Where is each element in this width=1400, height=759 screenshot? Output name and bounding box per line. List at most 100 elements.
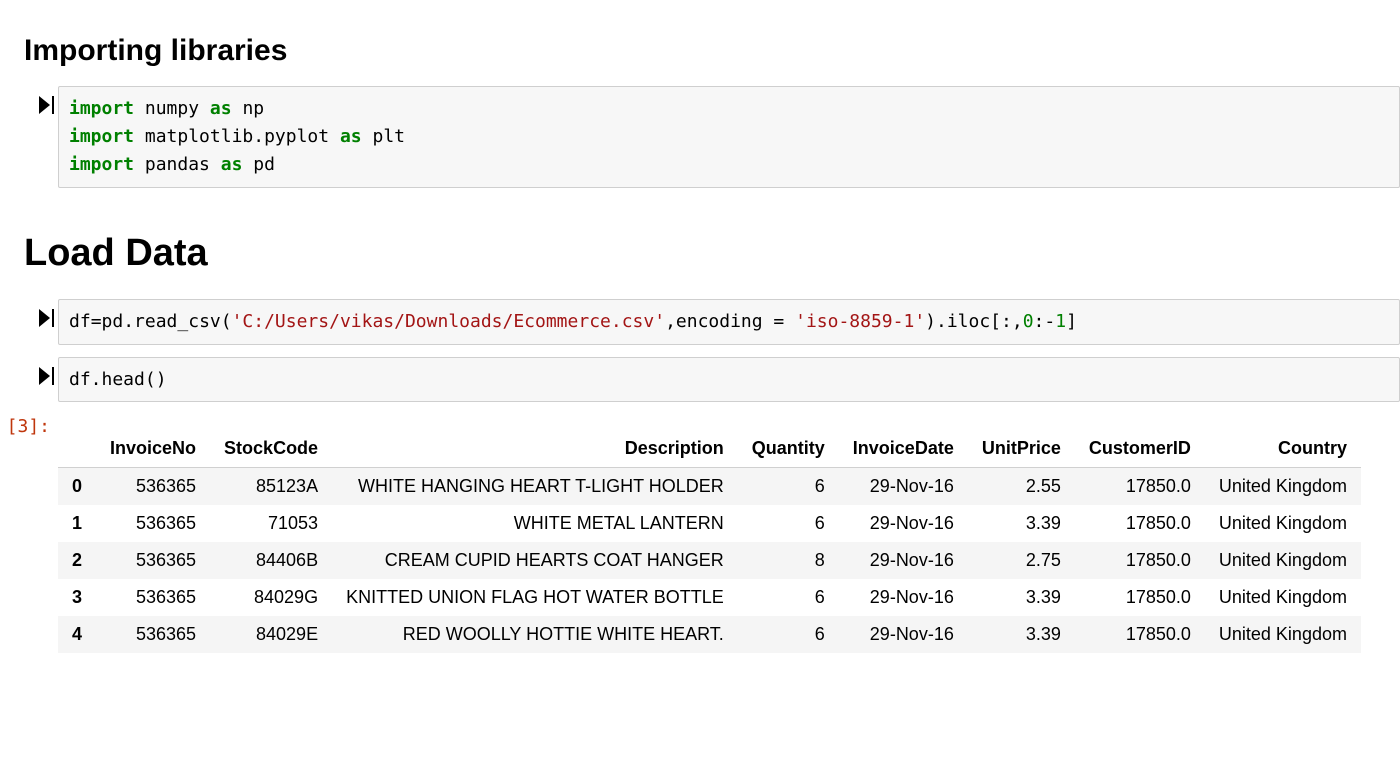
table-column-header: Description bbox=[332, 430, 738, 468]
code-token: plt bbox=[372, 126, 405, 147]
table-cell: United Kingdom bbox=[1205, 542, 1361, 579]
table-column-header: Quantity bbox=[738, 430, 839, 468]
table-cell: 85123A bbox=[210, 468, 332, 506]
run-cell-button[interactable] bbox=[0, 357, 58, 385]
table-cell: 84406B bbox=[210, 542, 332, 579]
table-row-index: 2 bbox=[58, 542, 96, 579]
output-cell-3: [3]: InvoiceNoStockCodeDescriptionQuanti… bbox=[0, 414, 1400, 653]
table-column-header: UnitPrice bbox=[968, 430, 1075, 468]
notebook: Importing libraries import numpy as np i… bbox=[0, 0, 1400, 693]
code-token: df.head() bbox=[69, 369, 167, 390]
run-cell-button[interactable] bbox=[0, 299, 58, 327]
table-cell: 2.55 bbox=[968, 468, 1075, 506]
table-row: 453636584029ERED WOOLLY HOTTIE WHITE HEA… bbox=[58, 616, 1361, 653]
code-input-2[interactable]: df=pd.read_csv('C:/Users/vikas/Downloads… bbox=[58, 299, 1400, 345]
table-row: 253636584406BCREAM CUPID HEARTS COAT HAN… bbox=[58, 542, 1361, 579]
code-token: import bbox=[69, 98, 134, 119]
table-cell: 536365 bbox=[96, 505, 210, 542]
table-header-row: InvoiceNoStockCodeDescriptionQuantityInv… bbox=[58, 430, 1361, 468]
table-column-header: Country bbox=[1205, 430, 1361, 468]
table-cell: WHITE HANGING HEART T-LIGHT HOLDER bbox=[332, 468, 738, 506]
table-cell: 29-Nov-16 bbox=[839, 616, 968, 653]
output-prompt-label: [3]: bbox=[0, 414, 58, 437]
code-token: : bbox=[1034, 311, 1045, 332]
table-column-header: InvoiceDate bbox=[839, 430, 968, 468]
code-token: 'iso-8859-1' bbox=[795, 311, 925, 332]
code-token: pandas bbox=[145, 154, 210, 175]
table-row-index: 1 bbox=[58, 505, 96, 542]
code-token: - bbox=[1044, 311, 1055, 332]
table-cell: 6 bbox=[738, 468, 839, 506]
table-cell: 3.39 bbox=[968, 505, 1075, 542]
table-cell: United Kingdom bbox=[1205, 616, 1361, 653]
table-cell: 29-Nov-16 bbox=[839, 505, 968, 542]
code-input-3[interactable]: df.head() bbox=[58, 357, 1400, 403]
table-index-header bbox=[58, 430, 96, 468]
table-cell: CREAM CUPID HEARTS COAT HANGER bbox=[332, 542, 738, 579]
table-cell: 2.75 bbox=[968, 542, 1075, 579]
table-cell: 6 bbox=[738, 579, 839, 616]
table-cell: 17850.0 bbox=[1075, 579, 1205, 616]
table-cell: United Kingdom bbox=[1205, 468, 1361, 506]
table-cell: 17850.0 bbox=[1075, 505, 1205, 542]
table-row: 053636585123AWHITE HANGING HEART T-LIGHT… bbox=[58, 468, 1361, 506]
code-token: import bbox=[69, 154, 134, 175]
table-cell: 17850.0 bbox=[1075, 542, 1205, 579]
table-body: 053636585123AWHITE HANGING HEART T-LIGHT… bbox=[58, 468, 1361, 654]
code-token: ).iloc[:, bbox=[925, 311, 1023, 332]
table-cell: 6 bbox=[738, 505, 839, 542]
code-cell-1: import numpy as np import matplotlib.pyp… bbox=[0, 86, 1400, 188]
table-cell: 536365 bbox=[96, 579, 210, 616]
code-input-1[interactable]: import numpy as np import matplotlib.pyp… bbox=[58, 86, 1400, 188]
code-cell-2: df=pd.read_csv('C:/Users/vikas/Downloads… bbox=[0, 299, 1400, 345]
table-cell: RED WOOLLY HOTTIE WHITE HEART. bbox=[332, 616, 738, 653]
code-token: ] bbox=[1066, 311, 1077, 332]
code-token: numpy bbox=[145, 98, 199, 119]
table-cell: 3.39 bbox=[968, 616, 1075, 653]
code-token: import bbox=[69, 126, 134, 147]
table-cell: 84029E bbox=[210, 616, 332, 653]
run-cell-button[interactable] bbox=[0, 86, 58, 114]
output-body: InvoiceNoStockCodeDescriptionQuantityInv… bbox=[58, 414, 1400, 653]
code-token: df bbox=[69, 311, 91, 332]
code-token: 0 bbox=[1023, 311, 1034, 332]
table-row: 353636584029GKNITTED UNION FLAG HOT WATE… bbox=[58, 579, 1361, 616]
table-cell: 71053 bbox=[210, 505, 332, 542]
table-cell: 3.39 bbox=[968, 579, 1075, 616]
table-cell: 17850.0 bbox=[1075, 616, 1205, 653]
table-cell: United Kingdom bbox=[1205, 579, 1361, 616]
code-token: matplotlib.pyplot bbox=[145, 126, 329, 147]
table-cell: WHITE METAL LANTERN bbox=[332, 505, 738, 542]
code-token: = bbox=[91, 311, 102, 332]
run-icon bbox=[39, 96, 50, 114]
run-icon bbox=[39, 367, 50, 385]
table-cell: 29-Nov-16 bbox=[839, 579, 968, 616]
code-token: np bbox=[242, 98, 264, 119]
table-column-header: CustomerID bbox=[1075, 430, 1205, 468]
code-cell-3: df.head() bbox=[0, 357, 1400, 403]
code-token: as bbox=[340, 126, 362, 147]
code-token: as bbox=[221, 154, 243, 175]
code-token: as bbox=[210, 98, 232, 119]
table-cell: 536365 bbox=[96, 542, 210, 579]
heading-importing: Importing libraries bbox=[24, 34, 1400, 68]
table-cell: 536365 bbox=[96, 616, 210, 653]
table-cell: 6 bbox=[738, 616, 839, 653]
code-token: 'C:/Users/vikas/Downloads/Ecommerce.csv' bbox=[232, 311, 665, 332]
table-cell: 8 bbox=[738, 542, 839, 579]
table-cell: 29-Nov-16 bbox=[839, 468, 968, 506]
heading-load-data: Load Data bbox=[24, 232, 1400, 275]
table-column-header: StockCode bbox=[210, 430, 332, 468]
table-row-index: 0 bbox=[58, 468, 96, 506]
code-token: 1 bbox=[1055, 311, 1066, 332]
table-row: 153636571053WHITE METAL LANTERN629-Nov-1… bbox=[58, 505, 1361, 542]
table-cell: United Kingdom bbox=[1205, 505, 1361, 542]
table-cell: 29-Nov-16 bbox=[839, 542, 968, 579]
table-cell: KNITTED UNION FLAG HOT WATER BOTTLE bbox=[332, 579, 738, 616]
code-token: pd bbox=[253, 154, 275, 175]
dataframe-table: InvoiceNoStockCodeDescriptionQuantityInv… bbox=[58, 430, 1361, 653]
table-cell: 84029G bbox=[210, 579, 332, 616]
table-row-index: 4 bbox=[58, 616, 96, 653]
code-token: ,encoding = bbox=[665, 311, 795, 332]
table-cell: 17850.0 bbox=[1075, 468, 1205, 506]
